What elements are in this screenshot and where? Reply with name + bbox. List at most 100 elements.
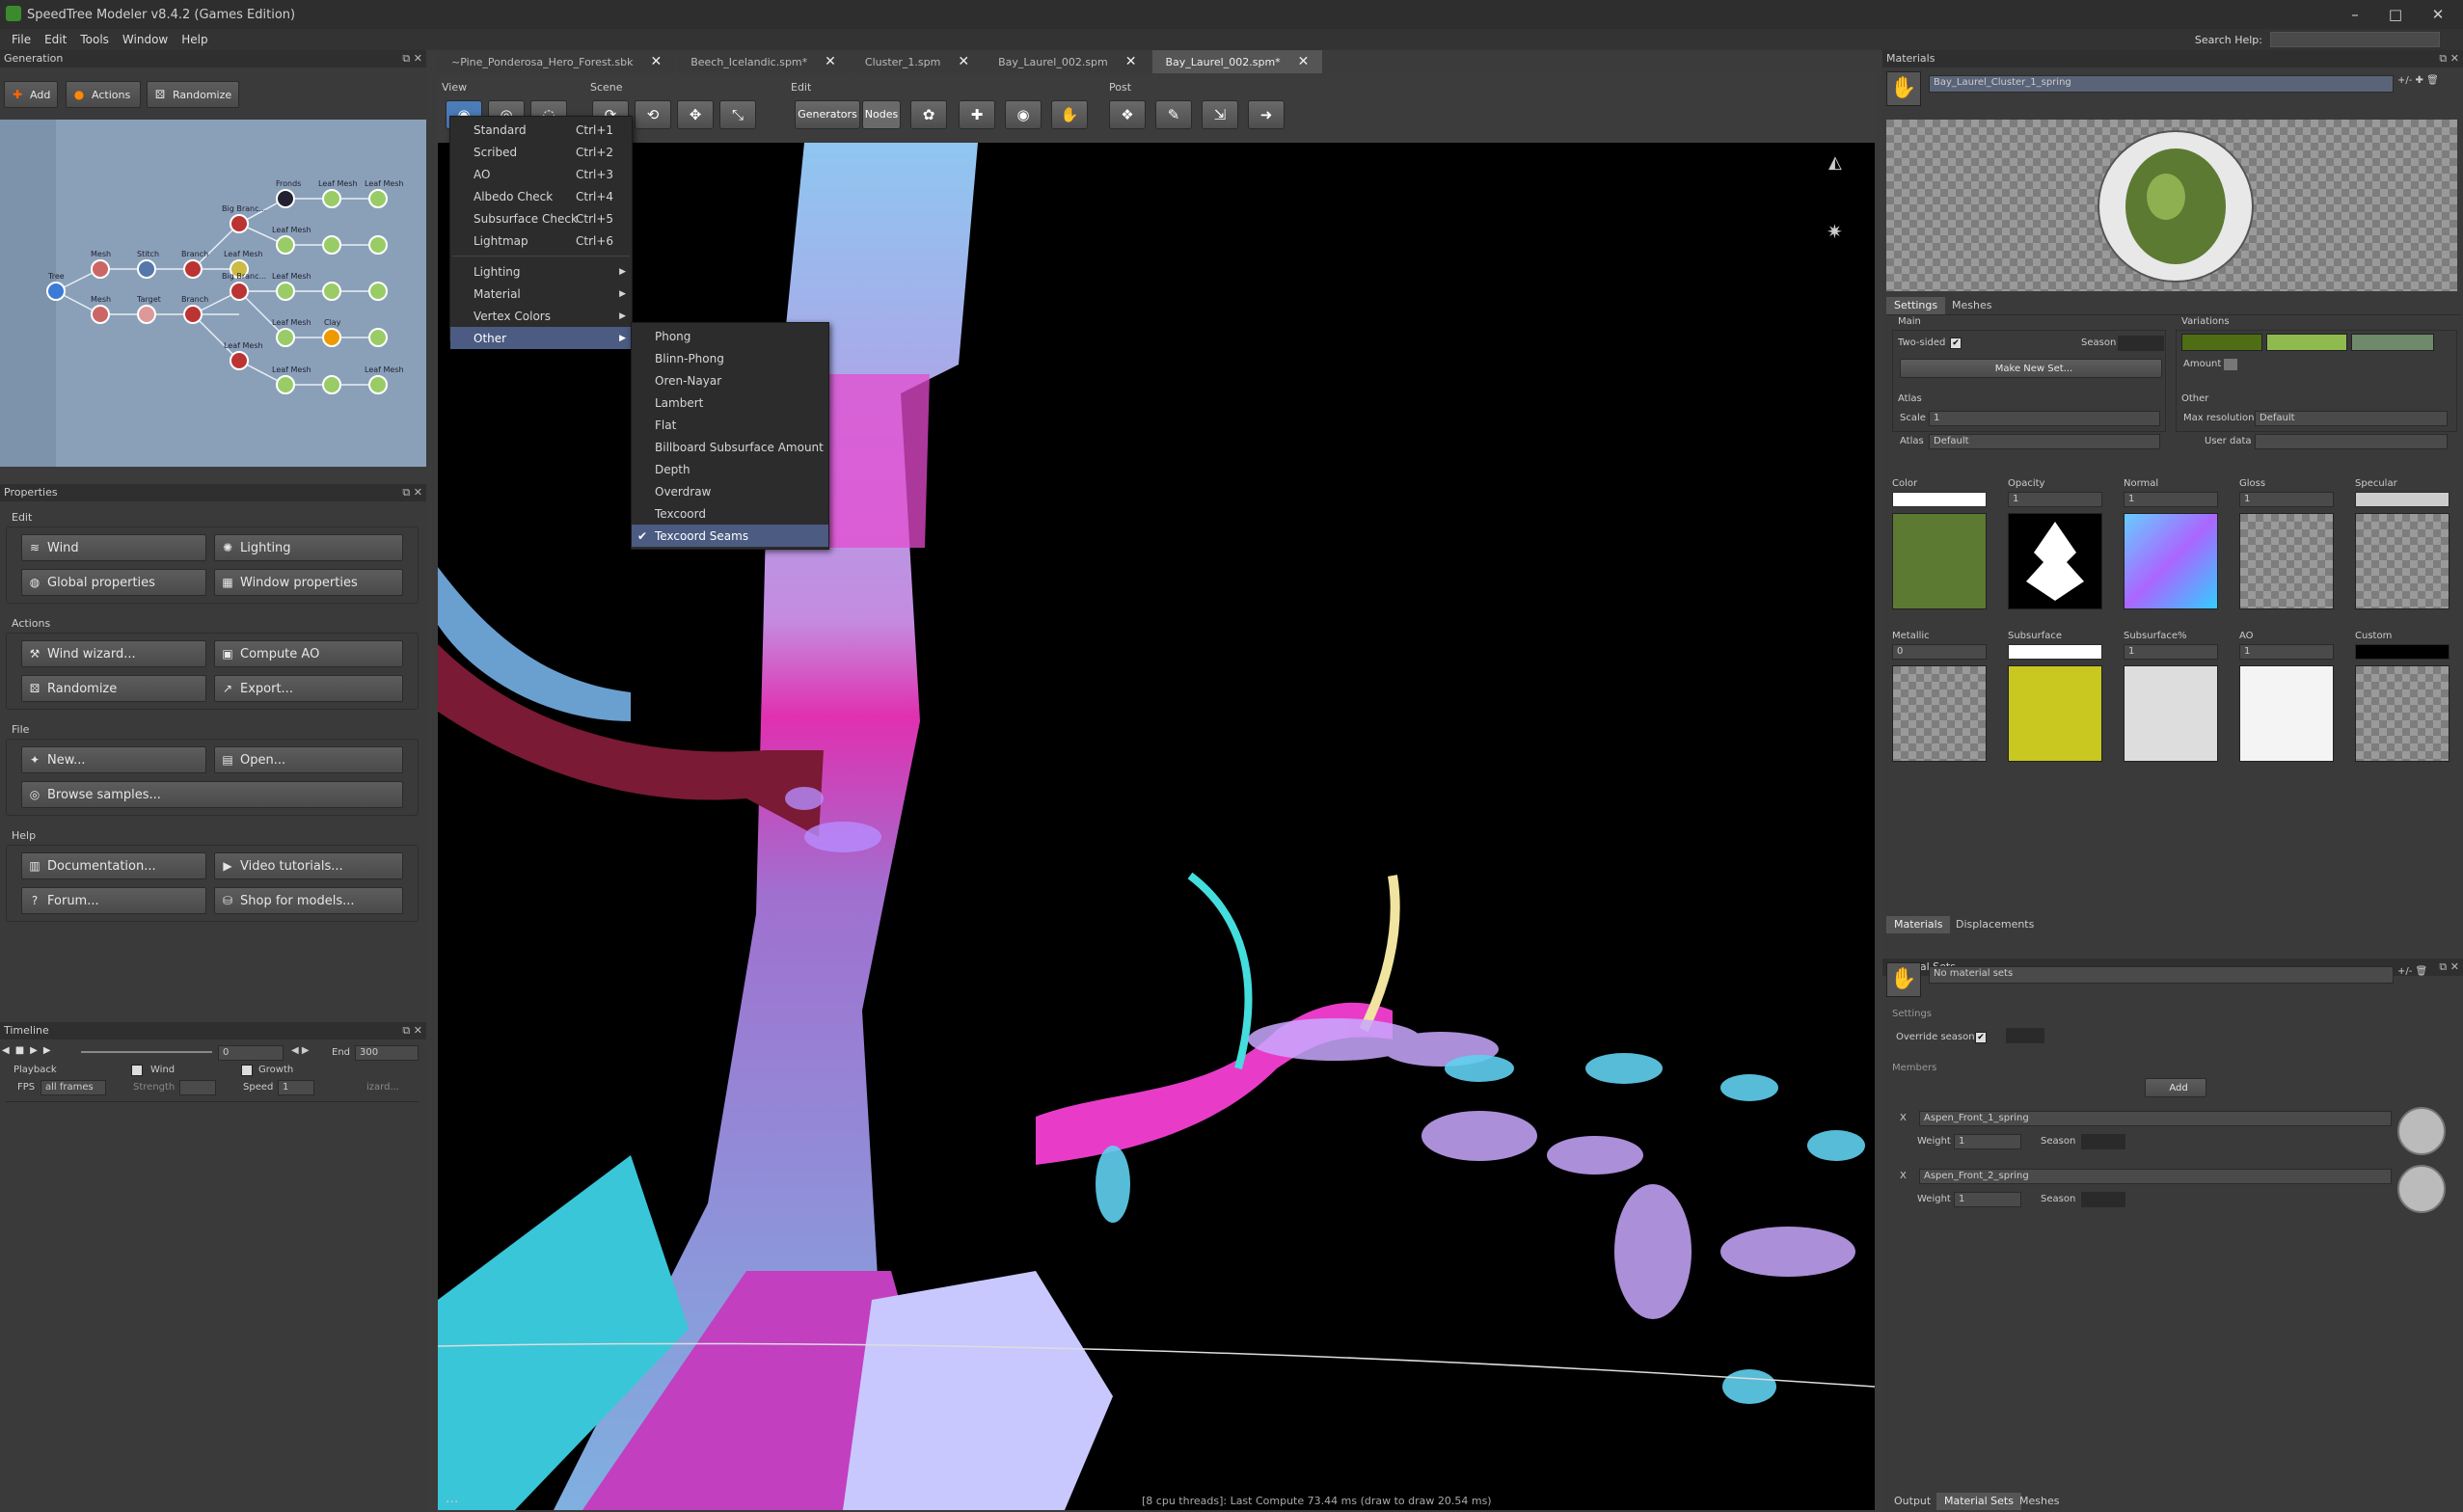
- subsurface-percent-thumb[interactable]: [2124, 665, 2218, 762]
- menu-help[interactable]: Help: [181, 33, 207, 46]
- color-map-thumb[interactable]: [1892, 513, 1987, 609]
- custom-map-swatch[interactable]: [2355, 644, 2449, 660]
- graph-node[interactable]: [230, 282, 249, 301]
- graph-node[interactable]: [137, 305, 156, 324]
- metallic-map-value[interactable]: 0: [1892, 644, 1987, 660]
- variation-swatch-3[interactable]: [2351, 334, 2434, 351]
- variation-swatch-2[interactable]: [2266, 334, 2347, 351]
- compute-ao-button[interactable]: ▣ Compute AO: [214, 640, 403, 667]
- menu-window[interactable]: Window: [122, 33, 168, 46]
- graph-node[interactable]: [322, 282, 341, 301]
- edit-button[interactable]: ✋: [1051, 100, 1088, 129]
- season-field[interactable]: [2118, 336, 2164, 351]
- menu-edit[interactable]: Edit: [44, 33, 67, 46]
- graph-node[interactable]: [368, 235, 388, 255]
- member-2-select[interactable]: Aspen_Front_2_spring: [1919, 1169, 2392, 1184]
- graph-node[interactable]: [230, 351, 249, 370]
- material-select[interactable]: Bay_Laurel_Cluster_1_spring: [1929, 75, 2394, 93]
- graph-node[interactable]: [368, 189, 388, 208]
- override-season-checkbox[interactable]: ✔: [1975, 1032, 1987, 1043]
- strength-field[interactable]: [179, 1080, 216, 1095]
- shop-models-button[interactable]: ⛁ Shop for models...: [214, 887, 403, 914]
- post-button[interactable]: ➜: [1248, 100, 1285, 129]
- color-map-swatch[interactable]: [1892, 492, 1987, 507]
- close-tab-icon[interactable]: ✕: [1125, 54, 1137, 69]
- post-button[interactable]: ❖: [1109, 100, 1146, 129]
- panel-close-icon[interactable]: ⧉ ✕: [402, 50, 422, 68]
- edit-button[interactable]: ◉: [1005, 100, 1042, 129]
- menu-item-phong[interactable]: Phong: [632, 325, 828, 347]
- edit-button[interactable]: ✿: [910, 100, 947, 129]
- normal-map-thumb[interactable]: [2124, 513, 2218, 609]
- menu-item-subsurface-check[interactable]: Subsurface Check Ctrl+5: [450, 207, 632, 230]
- tab-output[interactable]: Output: [1886, 1493, 1938, 1510]
- variation-swatch-1[interactable]: [2181, 334, 2262, 351]
- post-button[interactable]: ✎: [1155, 100, 1192, 129]
- close-tab-icon[interactable]: ✕: [1298, 54, 1310, 69]
- search-help-input[interactable]: [2270, 32, 2440, 47]
- menu-item-ao[interactable]: AO Ctrl+3: [450, 163, 632, 185]
- generators-tab[interactable]: Generators: [795, 100, 860, 129]
- close-tab-icon[interactable]: ✕: [825, 54, 836, 69]
- tab-cluster-1[interactable]: Cluster_1.spm ✕: [851, 50, 984, 73]
- graph-node[interactable]: [276, 282, 295, 301]
- graph-node[interactable]: [276, 235, 295, 255]
- open-button[interactable]: ▤ Open...: [214, 746, 403, 773]
- add-button[interactable]: ✚ Add: [4, 81, 58, 108]
- member-1-weight[interactable]: 1: [1954, 1134, 2021, 1149]
- speed-field[interactable]: 1: [278, 1080, 314, 1095]
- panel-close-icon[interactable]: ⧉ ✕: [2439, 50, 2459, 68]
- edit-button[interactable]: ✚: [959, 100, 995, 129]
- graph-node[interactable]: [322, 189, 341, 208]
- minimize-icon[interactable]: –: [2343, 4, 2367, 25]
- maximize-icon[interactable]: □: [2384, 4, 2407, 25]
- scene-button[interactable]: ⟲: [635, 100, 671, 129]
- close-tab-icon[interactable]: ✕: [958, 54, 969, 69]
- gloss-map-value[interactable]: 1: [2239, 492, 2334, 507]
- graph-node[interactable]: [183, 259, 203, 279]
- menu-item-lighting[interactable]: Lighting ▶: [450, 260, 632, 283]
- menu-item-lambert[interactable]: Lambert: [632, 392, 828, 414]
- menu-item-overdraw[interactable]: Overdraw: [632, 480, 828, 502]
- browse-samples-button[interactable]: ◎ Browse samples...: [21, 781, 403, 808]
- gloss-map-thumb[interactable]: [2239, 513, 2334, 609]
- hand-tool-icon[interactable]: ✋: [1886, 71, 1921, 106]
- window-properties-button[interactable]: ▦ Window properties: [214, 569, 403, 596]
- menu-item-albedo-check[interactable]: Albedo Check Ctrl+4: [450, 185, 632, 207]
- max-resolution-select[interactable]: Default: [2255, 411, 2448, 426]
- menu-tools[interactable]: Tools: [80, 33, 109, 46]
- ao-map-thumb[interactable]: [2239, 665, 2334, 762]
- member-1-select[interactable]: Aspen_Front_1_spring: [1919, 1111, 2392, 1126]
- frame-step-icon[interactable]: ◀ ▶: [291, 1045, 310, 1056]
- graph-node[interactable]: [368, 375, 388, 394]
- graph-node[interactable]: [276, 375, 295, 394]
- growth-checkbox[interactable]: [241, 1065, 253, 1076]
- panel-close-icon[interactable]: ⧉ ✕: [2439, 958, 2459, 976]
- menu-item-lightmap[interactable]: Lightmap Ctrl+6: [450, 230, 632, 252]
- graph-node[interactable]: [322, 375, 341, 394]
- close-icon[interactable]: ✕: [2426, 4, 2449, 25]
- subsurface-map-swatch[interactable]: [2008, 644, 2102, 660]
- atlas-select[interactable]: Default: [1929, 434, 2160, 449]
- tab-material-sets[interactable]: Material Sets: [1936, 1493, 2021, 1510]
- node-graph[interactable]: Tree Mesh Mesh Stitch Target Branch Bran…: [0, 120, 426, 467]
- wind-checkbox[interactable]: [131, 1065, 143, 1076]
- panel-close-icon[interactable]: ⧉ ✕: [402, 484, 422, 501]
- start-frame-field[interactable]: 0: [218, 1045, 284, 1061]
- menu-item-blinn-phong[interactable]: Blinn-Phong: [632, 347, 828, 369]
- custom-map-thumb[interactable]: [2355, 665, 2449, 762]
- documentation-button[interactable]: ▥ Documentation...: [21, 852, 206, 879]
- tab-beech-icelandic[interactable]: Beech_Icelandic.spm* ✕: [677, 50, 850, 73]
- tab-bay-laurel-modified[interactable]: Bay_Laurel_002.spm* ✕: [1151, 50, 1323, 73]
- subsurface-map-thumb[interactable]: [2008, 665, 2102, 762]
- graph-node[interactable]: [91, 259, 110, 279]
- graph-node[interactable]: [322, 235, 341, 255]
- graph-node[interactable]: [368, 328, 388, 347]
- close-tab-icon[interactable]: ✕: [650, 54, 662, 69]
- hand-tool-icon[interactable]: ✋: [1886, 962, 1921, 997]
- graph-node-tree[interactable]: [46, 282, 66, 301]
- wind-wizard-button[interactable]: ⚒ Wind wizard...: [21, 640, 206, 667]
- playback-controls[interactable]: ◀■▶▶: [2, 1045, 57, 1056]
- specular-map-thumb[interactable]: [2355, 513, 2449, 609]
- material-actions-icon[interactable]: +/- ✚ 🗑: [2397, 75, 2439, 86]
